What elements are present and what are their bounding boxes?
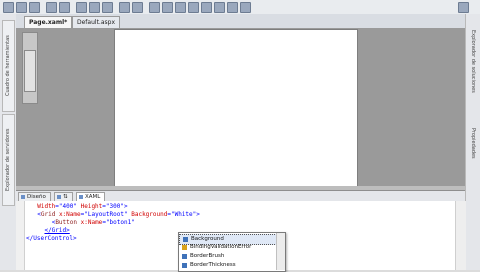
swap-icon <box>57 195 61 199</box>
code-attr: Background <box>131 211 168 218</box>
code-value: "400" <box>58 203 77 210</box>
list-item-label: BindingValidationError <box>190 244 252 250</box>
right-tool-strip: Explorador de soluciones Propiedades <box>465 14 480 270</box>
solution-explorer-tab[interactable]: Explorador de soluciones <box>466 18 479 104</box>
intellisense-scrollbar[interactable] <box>276 233 285 270</box>
code-text: </UserControl> <box>26 235 77 242</box>
toolbar-button-2-icon[interactable] <box>16 2 27 13</box>
code-value: "LayoutRoot" <box>84 211 128 218</box>
property-icon <box>182 263 187 268</box>
toolbar-button-18-icon[interactable] <box>240 2 251 13</box>
editor-gutter <box>16 201 25 270</box>
code-attr: Width <box>37 203 56 210</box>
code-value: "White" <box>170 211 197 218</box>
properties-tab[interactable]: Propiedades <box>466 110 479 176</box>
tab-xaml-label: XAML <box>85 194 101 200</box>
code-line-4: </Grid> <box>30 227 70 234</box>
toolbar-button-12-icon[interactable] <box>162 2 173 13</box>
toolbar-button-13-icon[interactable] <box>175 2 186 13</box>
server-explorer-tab-label: Explorador de servidores <box>5 128 11 192</box>
toolbar <box>0 0 480 15</box>
list-item-label: BorderBrush <box>190 253 225 259</box>
code-tag: Grid <box>40 211 56 218</box>
code-attr: x:Name <box>58 211 81 218</box>
list-item[interactable]: BorderThickness <box>179 261 275 270</box>
toolbar-button-16-icon[interactable] <box>214 2 225 13</box>
zoom-slider-thumb[interactable] <box>24 50 36 92</box>
tab-design-label: Diseño <box>27 194 46 200</box>
xaml-icon <box>79 195 83 199</box>
list-item[interactable]: BindingValidationError <box>179 243 275 252</box>
editor-vertical-scrollbar[interactable] <box>455 201 466 270</box>
list-item[interactable]: BorderBrush <box>179 252 275 261</box>
code-text: </Grid> <box>44 227 70 234</box>
server-explorer-tab[interactable]: Explorador de servidores <box>2 114 15 206</box>
document-tabs: Page.xaml* Default.aspx <box>16 14 465 29</box>
toolbar-button-7-icon[interactable] <box>89 2 100 13</box>
property-icon <box>183 237 188 242</box>
intellisense-list[interactable]: Background BindingValidationError Border… <box>178 232 286 272</box>
code-value: "300" <box>105 203 124 210</box>
tab-page-xaml[interactable]: Page.xaml* <box>24 16 73 28</box>
code-line-5: </UserControl> <box>26 235 77 242</box>
toolbar-button-8-icon[interactable] <box>102 2 113 13</box>
toolbox-tab[interactable]: Cuadro de herramientas <box>2 20 15 112</box>
toolbar-button-17-icon[interactable] <box>227 2 238 13</box>
close-icon[interactable] <box>458 2 469 13</box>
event-icon <box>182 245 187 250</box>
code-line-3: <Button x:Name="boton1" <box>51 219 135 226</box>
code-tag: Button <box>55 219 77 226</box>
toolbar-button-4-icon[interactable] <box>46 2 57 13</box>
toolbar-button-11-icon[interactable] <box>149 2 160 13</box>
tab-swap-label: ⇅ <box>63 194 68 200</box>
toolbar-button-9-icon[interactable] <box>119 2 130 13</box>
toolbar-button-3-icon[interactable] <box>29 2 40 13</box>
toolbar-button-6-icon[interactable] <box>76 2 87 13</box>
toolbar-button-10-icon[interactable] <box>132 2 143 13</box>
code-line-1: Width="400" Height="300"> <box>37 203 128 210</box>
code-attr: Height <box>80 203 103 210</box>
left-tool-strip: Cuadro de herramientas Explorador de ser… <box>0 14 17 270</box>
toolbox-tab-label: Cuadro de herramientas <box>5 35 11 97</box>
design-icon <box>21 195 25 199</box>
toolbar-button-15-icon[interactable] <box>201 2 212 13</box>
toolbar-button-1-icon[interactable] <box>3 2 14 13</box>
toolbar-button-5-icon[interactable] <box>59 2 70 13</box>
list-item-label: BorderThickness <box>190 262 236 268</box>
code-value: "boton1" <box>105 219 135 226</box>
tab-default-aspx[interactable]: Default.aspx <box>72 16 120 28</box>
code-attr: x:Name <box>80 219 103 226</box>
toolbar-button-14-icon[interactable] <box>188 2 199 13</box>
design-canvas[interactable] <box>114 29 358 192</box>
property-icon <box>182 254 187 259</box>
code-line-2: <Grid x:Name="LayoutRoot" Background="Wh… <box>37 211 200 218</box>
